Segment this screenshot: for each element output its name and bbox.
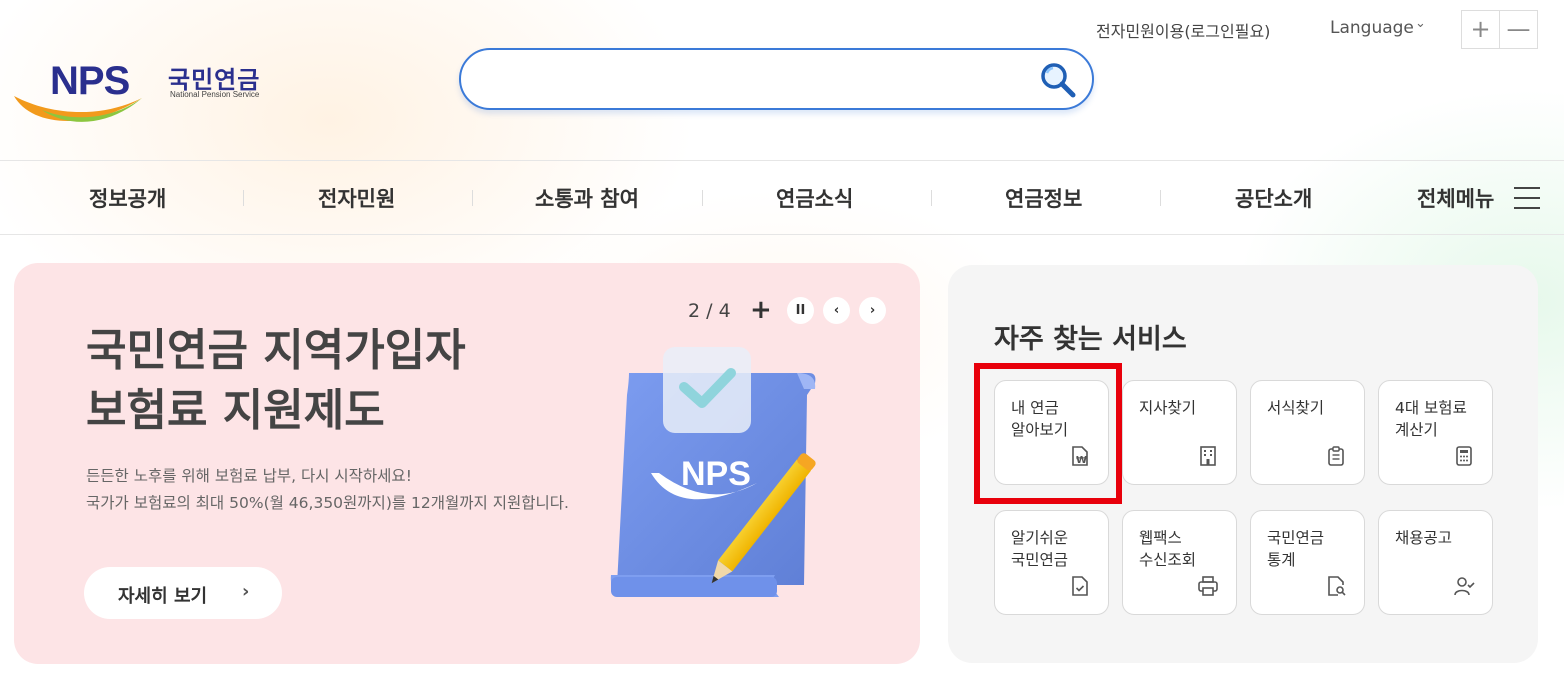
service-my-pension[interactable]: 내 연금 알아보기 ₩ (994, 380, 1109, 485)
banner-more-plus-button[interactable]: + (750, 295, 772, 325)
document-search-icon (1328, 576, 1346, 596)
gnb-separator (1160, 190, 1161, 206)
chevron-down-icon[interactable]: ⌄ (1415, 16, 1426, 31)
service-pension-statistics[interactable]: 국민연금 통계 (1250, 510, 1365, 615)
gnb-divider-top (0, 160, 1564, 161)
svg-text:NPS: NPS (50, 59, 130, 103)
service-webfax-inquiry[interactable]: 웹팩스 수신조회 (1122, 510, 1237, 615)
gnb-item-e-civil[interactable]: 전자민원 (318, 183, 395, 213)
service-easy-pension[interactable]: 알기쉬운 국민연금 (994, 510, 1109, 615)
banner-title-line1: 국민연금 지역가입자 (86, 325, 466, 376)
gnb-item-pension-news[interactable]: 연금소식 (776, 183, 853, 213)
language-selector[interactable]: Language (1330, 18, 1414, 38)
zoom-in-button[interactable]: + (1461, 10, 1500, 49)
view-details-button[interactable]: 자세히 보기 › (84, 567, 282, 619)
service-label: 지사찾기 (1139, 399, 1197, 417)
hamburger-menu-icon[interactable] (1514, 187, 1540, 209)
frequent-services-title: 자주 찾는 서비스 (994, 324, 1187, 355)
calculator-icon (1456, 446, 1472, 466)
banner-title-line2: 보험료 지원제도 (86, 385, 385, 436)
banner-desc-line2: 국가가 보험료의 최대 50%(월 46,350원까지)를 12개월까지 지원합… (86, 494, 569, 512)
main-banner: 국민연금 지역가입자 보험료 지원제도 든든한 노후를 위해 보험료 납부, 다… (14, 263, 920, 664)
search-bar (459, 48, 1094, 110)
service-label: 내 연금 알아보기 (1011, 399, 1069, 439)
logo-text-en: National Pension Service (170, 90, 260, 99)
gnb-item-pension-info[interactable]: 연금정보 (1005, 183, 1082, 213)
gnb-separator (702, 190, 703, 206)
service-label: 국민연금 통계 (1267, 529, 1325, 569)
banner-pause-button[interactable]: II (787, 297, 814, 324)
gnb-separator (243, 190, 244, 206)
frequent-services-panel: 자주 찾는 서비스 내 연금 알아보기 ₩ 지사찾기 서식찾기 4대 보험료 계… (948, 265, 1538, 663)
gnb-divider-bottom (0, 234, 1564, 235)
svg-text:₩: ₩ (1076, 455, 1087, 466)
gnb-item-communication[interactable]: 소통과 참여 (535, 183, 639, 213)
banner-desc-line1: 든든한 노후를 위해 보험료 납부, 다시 시작하세요! (86, 467, 412, 485)
service-label: 알기쉬운 국민연금 (1011, 529, 1069, 569)
building-icon (1200, 446, 1216, 466)
gnb-item-info-disclosure[interactable]: 정보공개 (89, 183, 166, 213)
service-insurance-calculator[interactable]: 4대 보험료 계산기 (1378, 380, 1493, 485)
zoom-out-button[interactable]: — (1499, 10, 1538, 49)
search-icon[interactable] (1038, 60, 1078, 100)
banner-title: 국민연금 지역가입자 보험료 지원제도 (86, 321, 466, 441)
search-input[interactable] (483, 62, 1023, 96)
svg-text:NPS: NPS (681, 455, 751, 493)
service-find-branch[interactable]: 지사찾기 (1122, 380, 1237, 485)
gnb-separator (472, 190, 473, 206)
civil-service-login-link[interactable]: 전자민원이용(로그인필요) (1096, 18, 1270, 42)
banner-next-button[interactable]: › (859, 297, 886, 324)
banner-description: 든든한 노후를 위해 보험료 납부, 다시 시작하세요! 국가가 보험료의 최대… (86, 463, 569, 517)
nps-document-illustration: NPS (610, 347, 816, 597)
document-check-icon (1072, 576, 1088, 596)
gnb-item-about[interactable]: 공단소개 (1235, 183, 1312, 213)
service-label: 서식찾기 (1267, 399, 1325, 417)
chevron-right-icon: › (242, 581, 250, 602)
clipboard-icon (1328, 446, 1344, 466)
gnb-separator (931, 190, 932, 206)
service-label: 웹팩스 수신조회 (1139, 529, 1197, 569)
service-label: 4대 보험료 계산기 (1395, 399, 1467, 439)
service-recruitment[interactable]: 채용공고 (1378, 510, 1493, 615)
person-check-icon (1454, 577, 1475, 596)
gnb-all-menu[interactable]: 전체메뉴 (1417, 183, 1494, 213)
view-details-label: 자세히 보기 (118, 586, 208, 607)
won-document-icon: ₩ (1072, 446, 1088, 466)
service-label: 채용공고 (1395, 529, 1453, 547)
service-find-forms[interactable]: 서식찾기 (1250, 380, 1365, 485)
banner-prev-button[interactable]: ‹ (823, 297, 850, 324)
banner-pager: 2 / 4 (688, 300, 731, 322)
printer-icon (1198, 576, 1218, 596)
